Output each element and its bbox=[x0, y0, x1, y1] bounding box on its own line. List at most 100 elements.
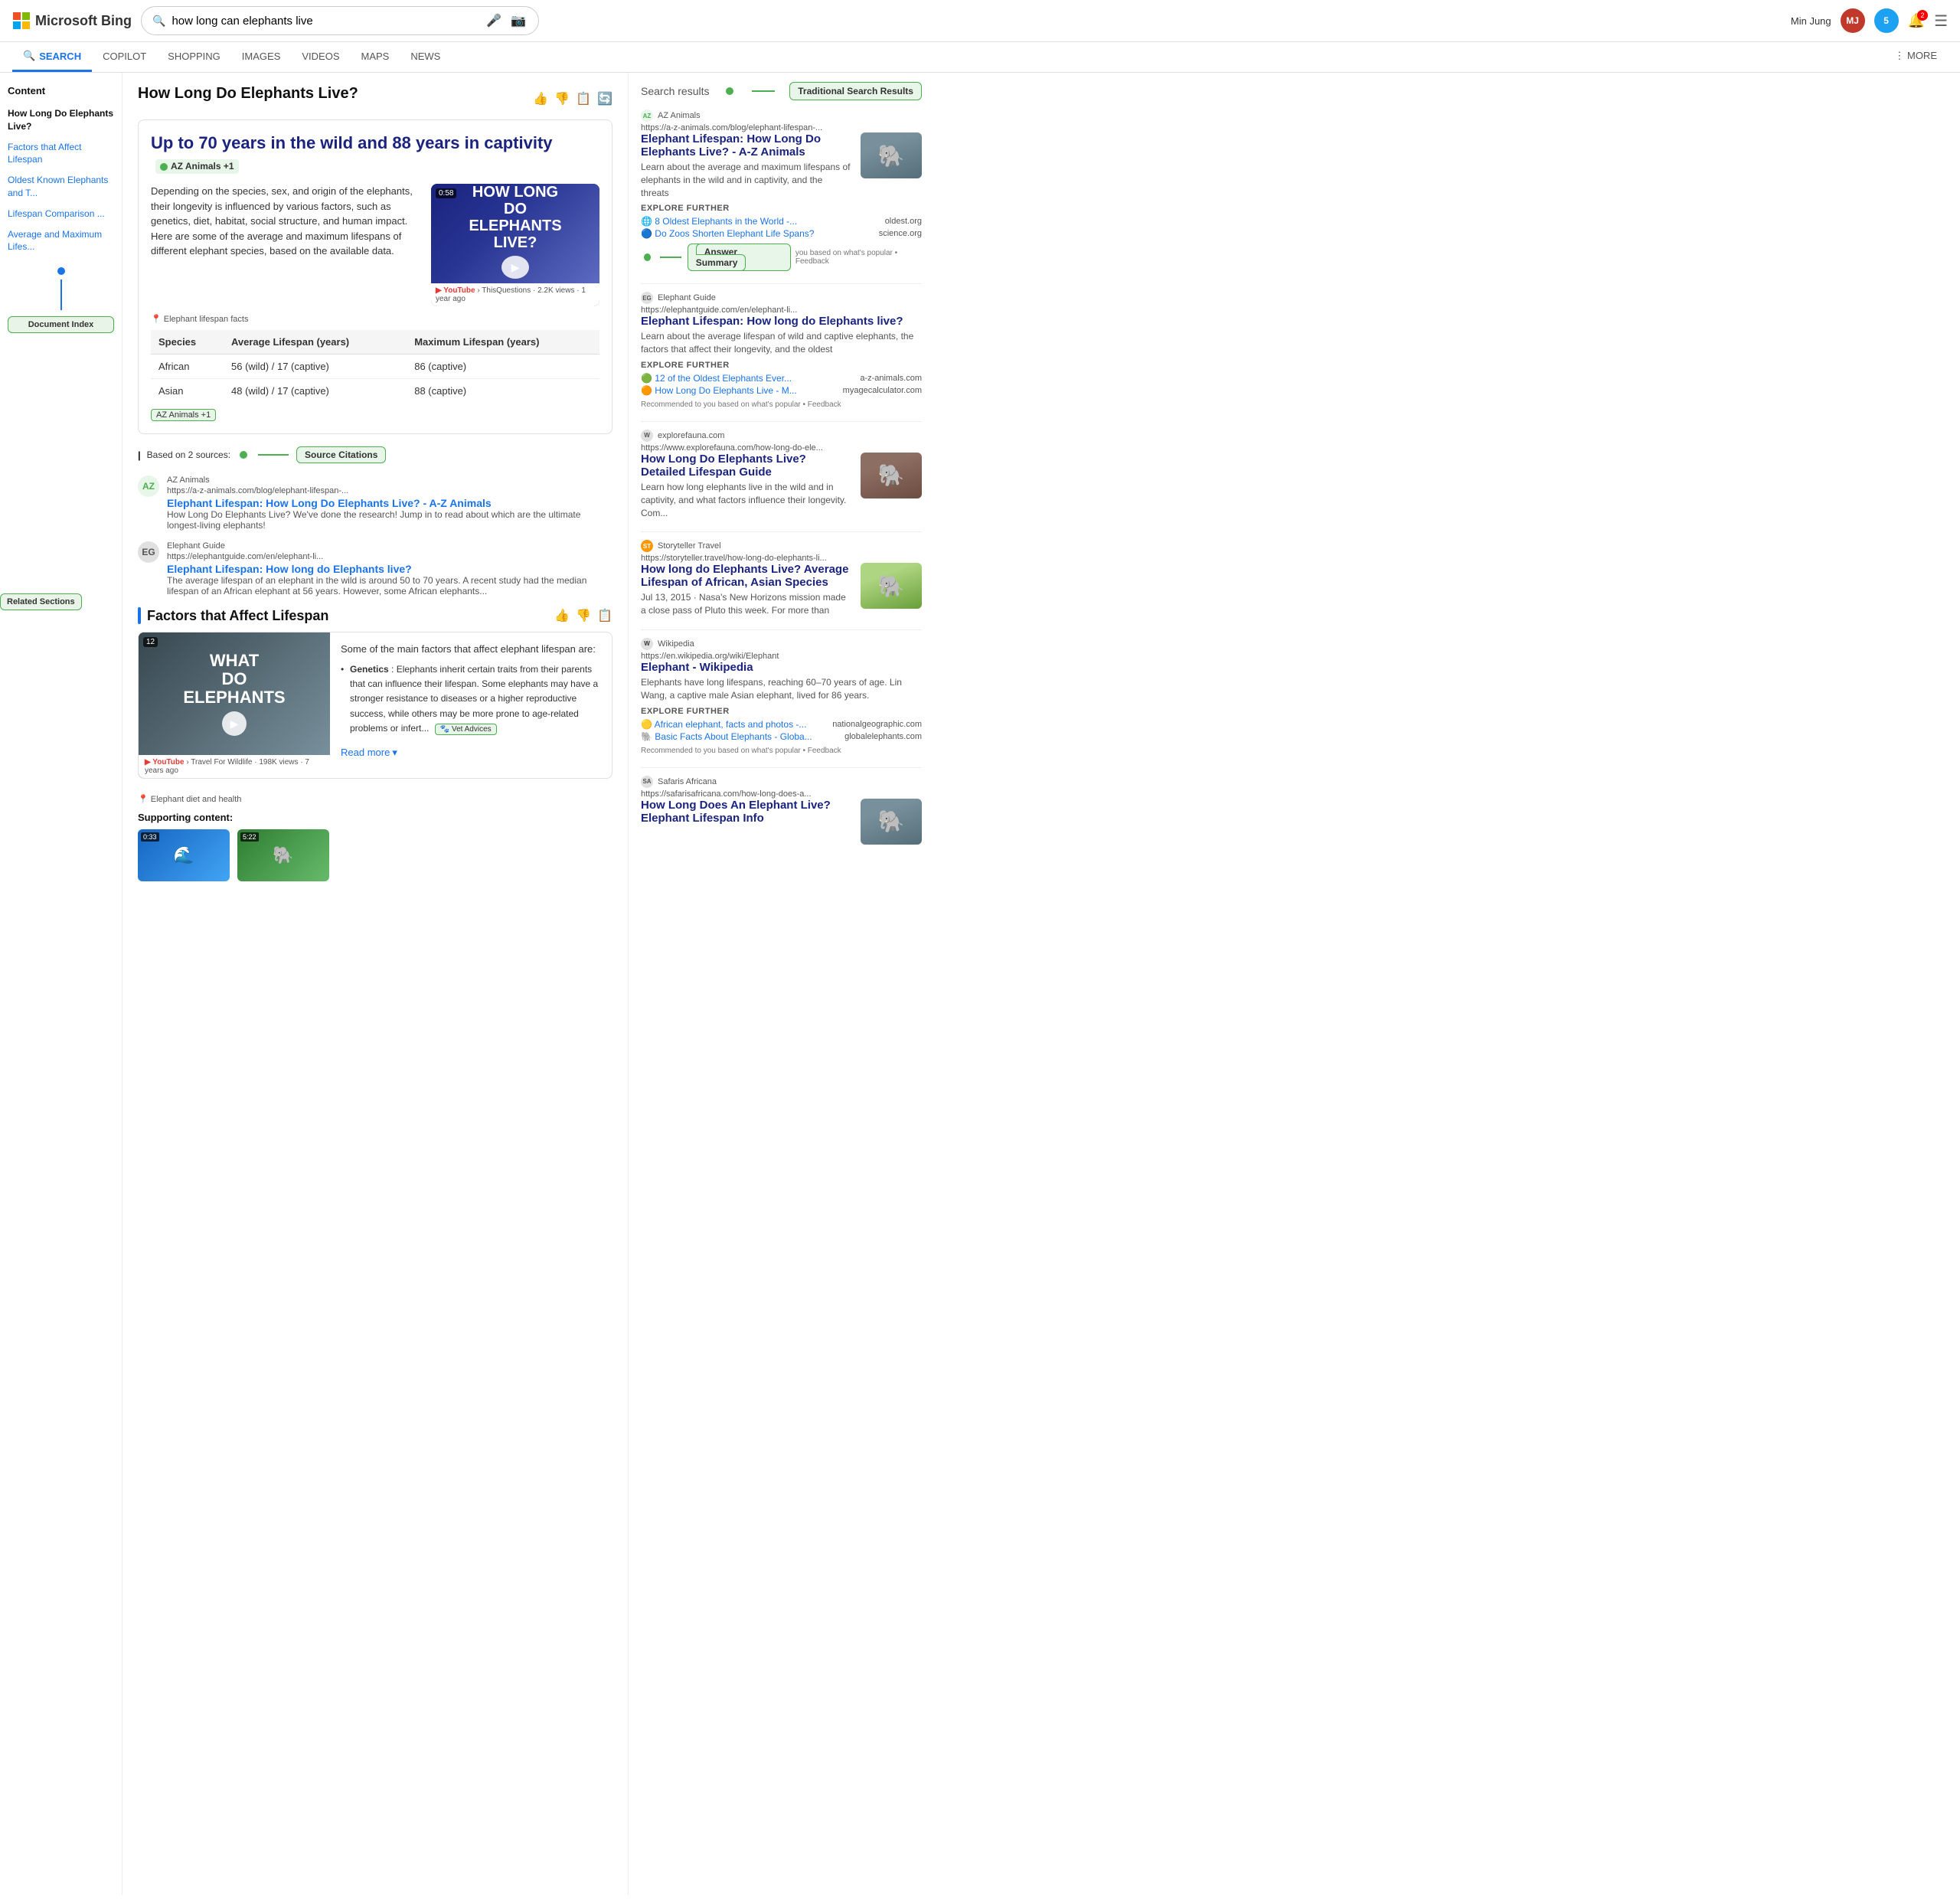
line-green bbox=[258, 454, 289, 456]
explore-zoos-text[interactable]: 🔵 Do Zoos Shorten Elephant Life Spans? bbox=[641, 228, 814, 239]
copy-icon[interactable]: 📋 bbox=[576, 91, 591, 106]
result-item-eg: EG Elephant Guide https://elephantguide.… bbox=[641, 292, 922, 409]
divider-5 bbox=[641, 767, 922, 768]
source-info-az: AZ Animals https://a-z-animals.com/blog/… bbox=[167, 476, 612, 531]
source-name-eg: Elephant Guide bbox=[167, 541, 612, 551]
factors-thumbsdown-icon[interactable]: 👎 bbox=[576, 608, 591, 623]
factors-copy-icon[interactable]: 📋 bbox=[597, 608, 612, 623]
divider-3 bbox=[641, 531, 922, 532]
sidebar-item-factors[interactable]: Factors that Affect Lifespan bbox=[8, 138, 114, 170]
vet-badge[interactable]: 🐾 Vet Advices bbox=[435, 724, 497, 735]
explore-ng-text[interactable]: 🟡 African elephant, facts and photos -..… bbox=[641, 719, 806, 730]
tab-shopping[interactable]: SHOPPING bbox=[157, 43, 231, 72]
result-desc-ef: Learn how long elephants live in the wil… bbox=[641, 481, 853, 519]
factors-video[interactable]: 12 WHATDOELEPHANTS ▶ ▶ YouTube › Travel … bbox=[139, 632, 330, 778]
result-url-st: https://storyteller.travel/how-long-do-e… bbox=[641, 554, 922, 563]
answer-body-row: Depending on the species, sex, and origi… bbox=[151, 184, 599, 306]
col-average: Average Lifespan (years) bbox=[224, 330, 407, 355]
refresh-icon[interactable]: 🔄 bbox=[597, 91, 612, 106]
result-title-wiki[interactable]: Elephant - Wikipedia bbox=[641, 661, 922, 674]
search-input[interactable] bbox=[172, 15, 479, 28]
source-desc-az: How Long Do Elephants Live? We've done t… bbox=[167, 509, 612, 531]
result-image-st: 🐘 bbox=[861, 563, 922, 609]
factors-location-tag: 📍 Elephant diet and health bbox=[138, 794, 612, 804]
source-url-az: AZ Animals bbox=[167, 476, 612, 485]
result-title-sa[interactable]: How Long Does An Elephant Live? Elephant… bbox=[641, 799, 853, 825]
support-thumb-2[interactable]: 5:22 🐘 bbox=[237, 829, 329, 881]
sidebar-item-lifespan[interactable]: How Long Do Elephants Live? bbox=[8, 104, 114, 136]
col-maximum: Maximum Lifespan (years) bbox=[407, 330, 599, 355]
play-button[interactable]: ▶ bbox=[501, 256, 529, 279]
result-favicon-eg: EG bbox=[641, 292, 653, 304]
source-title-az[interactable]: Elephant Lifespan: How Long Do Elephants… bbox=[167, 497, 492, 509]
explore-oldest-text[interactable]: 🌐 8 Oldest Elephants in the World -... bbox=[641, 216, 797, 227]
recommended-note-eg: Recommended to you based on what's popul… bbox=[641, 400, 922, 409]
tab-maps[interactable]: MAPS bbox=[351, 43, 400, 72]
result-title-st[interactable]: How long do Elephants Live? Average Life… bbox=[641, 563, 853, 589]
explore-links-eg: 🟢 12 of the Oldest Elephants Ever... a-z… bbox=[641, 373, 922, 396]
divider-1 bbox=[641, 283, 922, 284]
tab-videos[interactable]: VIDEOS bbox=[291, 43, 350, 72]
divider-2 bbox=[641, 421, 922, 422]
supporting-label: Supporting content: bbox=[138, 812, 612, 823]
source-url-eg-link: https://elephantguide.com/en/elephant-li… bbox=[167, 552, 612, 561]
explore-oldest12-text[interactable]: 🟢 12 of the Oldest Elephants Ever... bbox=[641, 373, 792, 384]
result-url-sa: https://safarisafricana.com/how-long-doe… bbox=[641, 789, 922, 799]
doc-index-badge[interactable]: Document Index bbox=[8, 316, 114, 333]
result-title-ef[interactable]: How Long Do Elephants Live? Detailed Lif… bbox=[641, 453, 853, 479]
col-species: Species bbox=[151, 330, 224, 355]
menu-button[interactable]: ☰ bbox=[1934, 11, 1948, 31]
recommended-note-wiki: Recommended to you based on what's popul… bbox=[641, 747, 922, 755]
sidebar-line bbox=[60, 279, 62, 310]
camera-button[interactable]: 📷 bbox=[509, 11, 528, 30]
avatar: MJ bbox=[1841, 8, 1865, 33]
result-favicon-wiki: W bbox=[641, 638, 653, 650]
result-title-eg[interactable]: Elephant Lifespan: How long do Elephants… bbox=[641, 315, 922, 328]
tab-images[interactable]: IMAGES bbox=[231, 43, 292, 72]
search-bar[interactable]: 🔍 🎤 📷 bbox=[141, 6, 539, 35]
divider-4 bbox=[641, 629, 922, 630]
result-desc-st: Jul 13, 2015 · Nasa's New Horizons missi… bbox=[641, 591, 853, 617]
source-tag[interactable]: AZ Animals +1 bbox=[155, 159, 239, 175]
read-more-link[interactable]: Read more ▾ bbox=[341, 745, 397, 761]
explore-ge-text[interactable]: 🐘 Basic Facts About Elephants - Globa... bbox=[641, 731, 812, 742]
source-title-eg[interactable]: Elephant Lifespan: How long do Elephants… bbox=[167, 563, 412, 575]
result-info-sa: How Long Does An Elephant Live? Elephant… bbox=[641, 799, 853, 827]
factors-intro: Some of the main factors that affect ele… bbox=[341, 642, 601, 658]
sidebar-item-average[interactable]: Average and Maximum Lifes... bbox=[8, 225, 114, 257]
user-name: Min Jung bbox=[1791, 15, 1831, 27]
factors-video-meta: ▶ YouTube › Travel For Wildlife · 198K v… bbox=[139, 755, 330, 778]
factors-thumbsup-icon[interactable]: 👍 bbox=[554, 608, 570, 623]
result-image-ef: 🐘 bbox=[861, 453, 922, 498]
tab-search[interactable]: 🔍 SEARCH bbox=[12, 42, 92, 72]
tab-news[interactable]: NEWS bbox=[400, 43, 451, 72]
related-sections-badge[interactable]: Related Sections bbox=[0, 593, 82, 610]
thumbs-up-icon[interactable]: 👍 bbox=[533, 91, 548, 106]
support-thumb-1[interactable]: 0:33 🌊 bbox=[138, 829, 230, 881]
factors-card: 12 WHATDOELEPHANTS ▶ ▶ YouTube › Travel … bbox=[138, 632, 612, 779]
answer-summary-badge[interactable]: Answer Summary bbox=[688, 244, 791, 271]
source-citations-badge[interactable]: Source Citations bbox=[296, 446, 386, 463]
video-meta: ▶ YouTube › ThisQuestions · 2.2K views ·… bbox=[431, 283, 599, 306]
sidebar-item-comparison[interactable]: Lifespan Comparison ... bbox=[8, 204, 114, 224]
az-source-tag[interactable]: AZ Animals +1 bbox=[151, 409, 216, 421]
sidebar-item-oldest[interactable]: Oldest Known Elephants and T... bbox=[8, 171, 114, 203]
lifespan-table: Species Average Lifespan (years) Maximum… bbox=[151, 330, 599, 403]
traditional-search-badge[interactable]: Traditional Search Results bbox=[789, 82, 922, 100]
result-title-az[interactable]: Elephant Lifespan: How Long Do Elephants… bbox=[641, 132, 853, 159]
tab-more[interactable]: ⋮ MORE bbox=[1883, 42, 1948, 72]
factors-play-button[interactable]: ▶ bbox=[222, 711, 247, 736]
thumbs-down-icon[interactable]: 👎 bbox=[554, 91, 570, 106]
video-thumb[interactable]: 0:58 HOW LONGDOELEPHANTSLIVE? ▶ ▶ YouTub… bbox=[431, 184, 599, 306]
tab-copilot[interactable]: COPILOT bbox=[92, 43, 157, 72]
result-image-sa: 🐘 bbox=[861, 799, 922, 845]
header-right: Min Jung MJ 5 🔔 2 ☰ bbox=[1791, 8, 1948, 33]
result-desc-az: Learn about the average and maximum life… bbox=[641, 161, 853, 199]
mic-button[interactable]: 🎤 bbox=[485, 11, 503, 30]
support-thumbs: 0:33 🌊 5:22 🐘 bbox=[138, 829, 612, 881]
factors-text: Some of the main factors that affect ele… bbox=[330, 632, 612, 778]
explore-link-ge: 🐘 Basic Facts About Elephants - Globa...… bbox=[641, 731, 922, 742]
microsoft-logo-icon bbox=[12, 11, 31, 30]
explore-howlong-text[interactable]: 🟠 How Long Do Elephants Live - M... bbox=[641, 385, 797, 396]
notifications-button[interactable]: 🔔 2 bbox=[1908, 13, 1925, 29]
